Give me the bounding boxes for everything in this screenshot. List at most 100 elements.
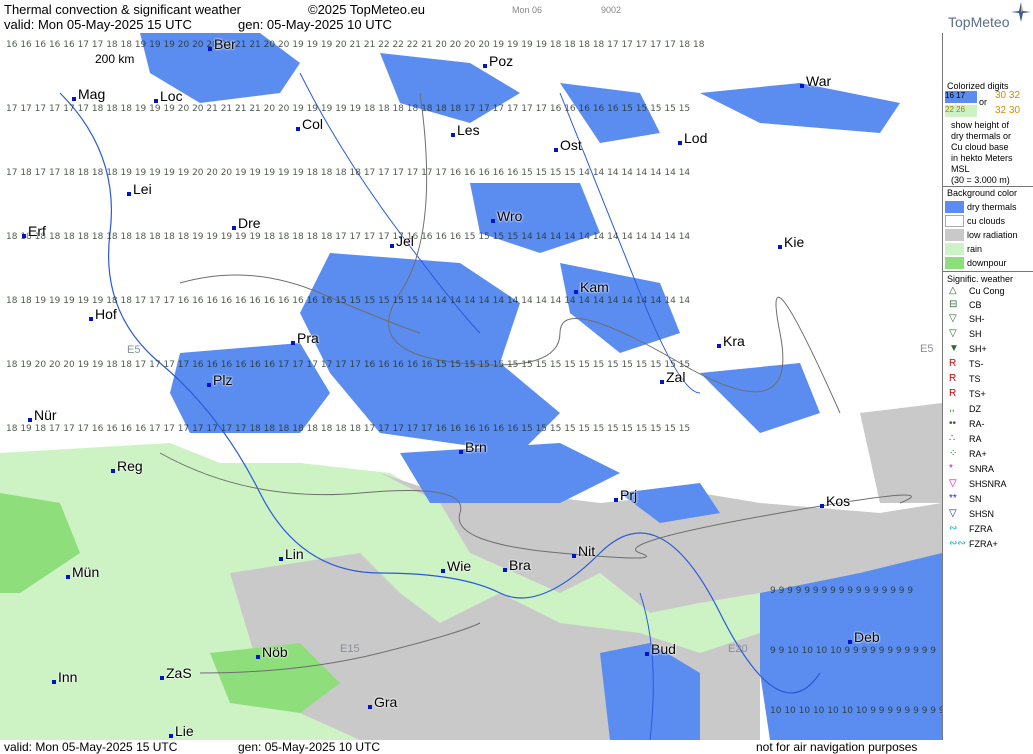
legend-bg-item: downpour: [967, 258, 1007, 268]
footer-gen: gen: 05-May-2025 10 UTC: [238, 740, 381, 754]
legend-sig-item: SH-: [969, 314, 985, 324]
legend-panel: Colorized digits 16 17 22 26 or 30 32 32…: [942, 33, 1033, 740]
city-label: Erf: [22, 223, 46, 239]
legend-bg-item: cu clouds: [967, 216, 1006, 226]
city-label: Bud: [645, 641, 676, 657]
generated-time: gen: 05-May-2025 10 UTC: [238, 17, 392, 32]
snow-rain-icon: *: [949, 463, 953, 474]
city-label: War: [799, 73, 832, 89]
cb-icon: ⊟: [949, 299, 958, 310]
legend-sig-item: SH: [969, 329, 982, 339]
footer-valid: valid: Mon 05-May-2025 15 UTC: [4, 740, 178, 754]
legend-swatch: [945, 257, 964, 269]
legend-swatch: [945, 201, 964, 213]
city-label: Inn: [51, 669, 78, 685]
cu-cong-icon: △: [949, 285, 957, 296]
legend-sig-item: TS: [969, 374, 981, 384]
city-label: Dre: [232, 215, 261, 231]
city-label: Hof: [89, 306, 117, 322]
city-label: Plz: [206, 372, 233, 388]
svg-text:10 10 10 10 10 10 10 9 9 9: 10 10 10 10 10 10 10 9 9 9 9 9 9 9 9 9 9: [770, 706, 942, 716]
city-label: Reg: [111, 458, 143, 474]
legend-sig-item: TS+: [969, 389, 986, 399]
legend-sig-item: SN: [969, 494, 982, 504]
city-label: Jel: [390, 233, 414, 249]
small-label-1: Mon 06: [512, 5, 543, 15]
legend-sig-item: FZRA: [969, 524, 993, 534]
legend-desc: Cu cloud base: [951, 142, 1009, 152]
legend-sample-c: 30 32: [995, 90, 1021, 101]
svg-text:18 18 19 19 19 19 19 18 18 17: 18 18 19 19 19 19 19 18 18 17 17 17 16 1…: [6, 296, 690, 306]
map-header: Thermal convection & significant weather…: [0, 0, 942, 33]
city-label: Ber: [208, 36, 236, 52]
snow-rain-shower-icon: ▽: [949, 478, 957, 489]
legend-sig-title: Signific. weather: [947, 274, 1014, 284]
city-label: Lie: [169, 723, 194, 739]
snow-icon: **: [949, 493, 957, 504]
snow-shower-icon: ▽: [949, 508, 957, 519]
city-label: Kie: [777, 234, 805, 250]
svg-text:18 19 20 20 20 19 19 18 18 17: 18 19 20 20 20 19 19 18 18 17 17 17 17 1…: [6, 360, 690, 370]
city-label: Prj: [613, 487, 638, 503]
legend-sig-item: RA: [969, 434, 982, 444]
legend-desc: in hekto Meters: [951, 153, 1013, 163]
legend-sig-item: Cu Cong: [969, 286, 1005, 296]
city-label: Poz: [482, 53, 514, 69]
compass-icon: [1011, 2, 1031, 22]
map-title: Thermal convection & significant weather: [4, 2, 242, 17]
legend-sig-item: SHSNRA: [969, 479, 1007, 489]
svg-text:16 16 16 16 16 17 17 18 18 19: 16 16 16 16 16 17 17 18 18 19 19 19 20 2…: [6, 40, 705, 50]
city-label: Les: [451, 122, 480, 138]
legend-sig-item: TS-: [969, 359, 984, 369]
topmeteo-logo: TopMeteo: [942, 0, 1033, 33]
legend-swatch: [945, 243, 964, 255]
legend-sample-d: 32 30: [995, 105, 1021, 116]
svg-text:17 18 17 17 18 18 18 18 19 19: 17 18 17 17 18 18 18 18 19 19 19 19 19 2…: [6, 168, 690, 178]
legend-desc: dry thermals or: [951, 131, 1012, 141]
city-label: Gra: [367, 694, 398, 710]
svg-text:9 9 9 9 9 9 9 9 9 9: 9 9 9 9 9 9 9 9 9 9 9 9 9 9 9 9 9: [770, 586, 913, 596]
legend-sig-item: SH+: [969, 344, 987, 354]
city-label: Brn: [459, 439, 487, 455]
legend-sig-item: SHSN: [969, 509, 995, 519]
forecast-map[interactable]: 16 16 16 16 16 17 17 18 18 19 19 19 20 2…: [0, 33, 942, 740]
legend-sig-item: FZRA+: [969, 539, 998, 549]
city-label: Mag: [71, 86, 106, 102]
shower-heavy-icon: ▼: [949, 343, 959, 354]
city-label: Wro: [490, 208, 523, 224]
city-label: Deb: [848, 629, 880, 645]
road-label: E5: [920, 343, 934, 355]
city-label: Mün: [65, 564, 100, 580]
legend-bg-item: rain: [967, 244, 983, 254]
city-label: Lin: [279, 546, 304, 562]
legend-desc: (30 = 3.000 m): [951, 175, 1010, 185]
legend-or: or: [979, 97, 988, 107]
city-label: Col: [295, 116, 324, 132]
city-label: Lod: [677, 130, 708, 146]
rain-light-icon: ••: [949, 418, 957, 429]
svg-text:17 17 17 17 17 17 18 18 18 19: 17 17 17 17 17 17 18 18 18 19 19 19 20 2…: [6, 104, 690, 114]
legend-sig-item: CB: [969, 300, 982, 310]
legend-sample-b: 22 26: [945, 105, 977, 117]
city-label: Pra: [291, 330, 319, 346]
legend-sig-item: RA-: [969, 419, 985, 429]
city-label: Ost: [554, 137, 582, 153]
legend-bg-title: Background color: [947, 188, 1018, 198]
svg-text:18 19 18 17 17 17 16 16 16 16: 18 19 18 17 17 17 16 16 16 16 17 17 17 1…: [6, 424, 690, 434]
city-label: ZaS: [160, 665, 192, 681]
scale-bar: 200 km: [95, 52, 135, 66]
legend-sample-a: 16 17: [945, 91, 977, 103]
thunderstorm-heavy-icon: R: [949, 388, 957, 399]
shower-light-icon: ▽: [949, 313, 957, 324]
legend-divider: [943, 271, 1033, 272]
drizzle-icon: ,,: [949, 403, 955, 414]
city-label: Loc: [154, 88, 183, 104]
footer-note: not for air navigation purposes: [756, 740, 918, 754]
legend-bg-item: low radiation: [967, 230, 1018, 240]
svg-text:9 9 10 10 10 10 9 9 9 9: 9 9 10 10 10 10 9 9 9 9 9 9 9 9 9 9 9: [770, 646, 936, 656]
brand-name: TopMeteo: [948, 14, 1010, 30]
city-label: Kam: [574, 279, 609, 295]
legend-desc: show height of: [951, 120, 1010, 130]
legend-sig-item: SNRA: [969, 464, 995, 474]
rain-heavy-icon: ⁘: [949, 448, 958, 459]
